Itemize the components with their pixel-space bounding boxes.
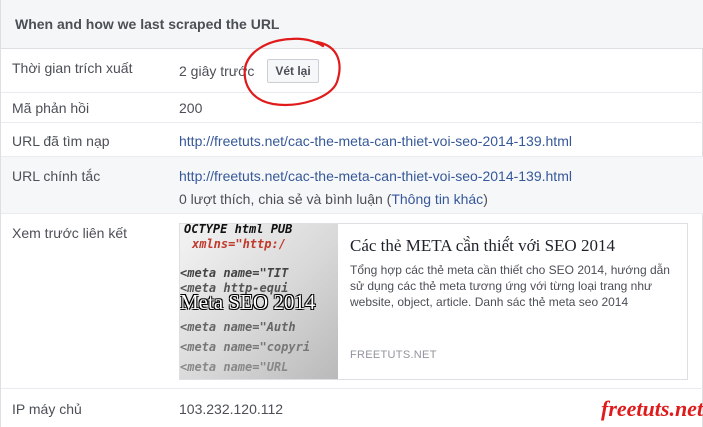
fetch-time-label: Thời gian trích xuất: [12, 60, 133, 76]
row-canonical-url: URL chính tắc http://freetuts.net/cac-th…: [1, 157, 703, 214]
row-fetched-url: URL đã tìm nạp http://freetuts.net/cac-t…: [1, 123, 703, 157]
preview-description: Tổng hợp các thẻ meta cần thiết cho SEO …: [350, 263, 670, 309]
thumb-code-line: <meta name="Auth: [180, 320, 296, 334]
thumb-code-line: <meta name="URL: [180, 360, 289, 374]
thumb-code-line: <meta name="TIT: [180, 266, 289, 280]
thumb-overlay-title: Meta SEO 2014: [180, 290, 316, 314]
preview-title[interactable]: Các thẻ META cầ̀n thiế́t với SEO 2014: [350, 236, 615, 256]
preview-thumbnail: OCTYPE html PUB xmlns="http:/ <meta name…: [180, 224, 338, 379]
link-preview-label: Xem trước liên kết: [12, 225, 128, 241]
panel-header: When and how we last scraped the URL: [1, 0, 703, 49]
canonical-url-label: URL chính tắc: [12, 168, 101, 184]
response-code-label: Mã phản hồi: [12, 100, 90, 116]
row-response-code: Mã phản hồi 200: [1, 93, 703, 123]
row-fetch-time: Thời gian trích xuất 2 giây trước: [1, 49, 703, 93]
fetched-url-label: URL đã tìm nạp: [12, 133, 110, 149]
more-info-link[interactable]: Thông tin khác: [391, 191, 483, 207]
link-preview-card[interactable]: OCTYPE html PUB xmlns="http:/ <meta name…: [179, 223, 688, 380]
annotation-circle: [243, 37, 341, 106]
server-ip-value: 103.232.120.112: [179, 401, 284, 417]
thumb-code-line: <meta name="copyri: [180, 340, 311, 354]
social-stats-text: 0 lượt thích, chia sẻ và bình luận (: [179, 191, 392, 207]
thumb-code-line: xmlns="http:/: [192, 237, 286, 251]
preview-domain: FREETUTS.NET: [350, 349, 437, 361]
response-code-value: 200: [179, 100, 203, 116]
social-stats: 0 lượt thích, chia sẻ và bình luận (Thôn…: [179, 191, 488, 207]
watermark-logo: freetuts.net: [601, 396, 703, 421]
row-server-ip: IP máy chủ 103.232.120.112: [1, 389, 703, 427]
canonical-url-link[interactable]: http://freetuts.net/cac-the-meta-can-thi…: [179, 168, 572, 184]
fetched-url-link[interactable]: http://freetuts.net/cac-the-meta-can-thi…: [179, 133, 572, 149]
scrape-info-panel: When and how we last scraped the URL Thờ…: [0, 0, 703, 427]
social-stats-close: ): [483, 191, 488, 207]
panel-title: When and how we last scraped the URL: [15, 16, 280, 32]
thumb-code-line: OCTYPE html PUB: [184, 224, 293, 236]
server-ip-label: IP máy chủ: [12, 401, 82, 417]
